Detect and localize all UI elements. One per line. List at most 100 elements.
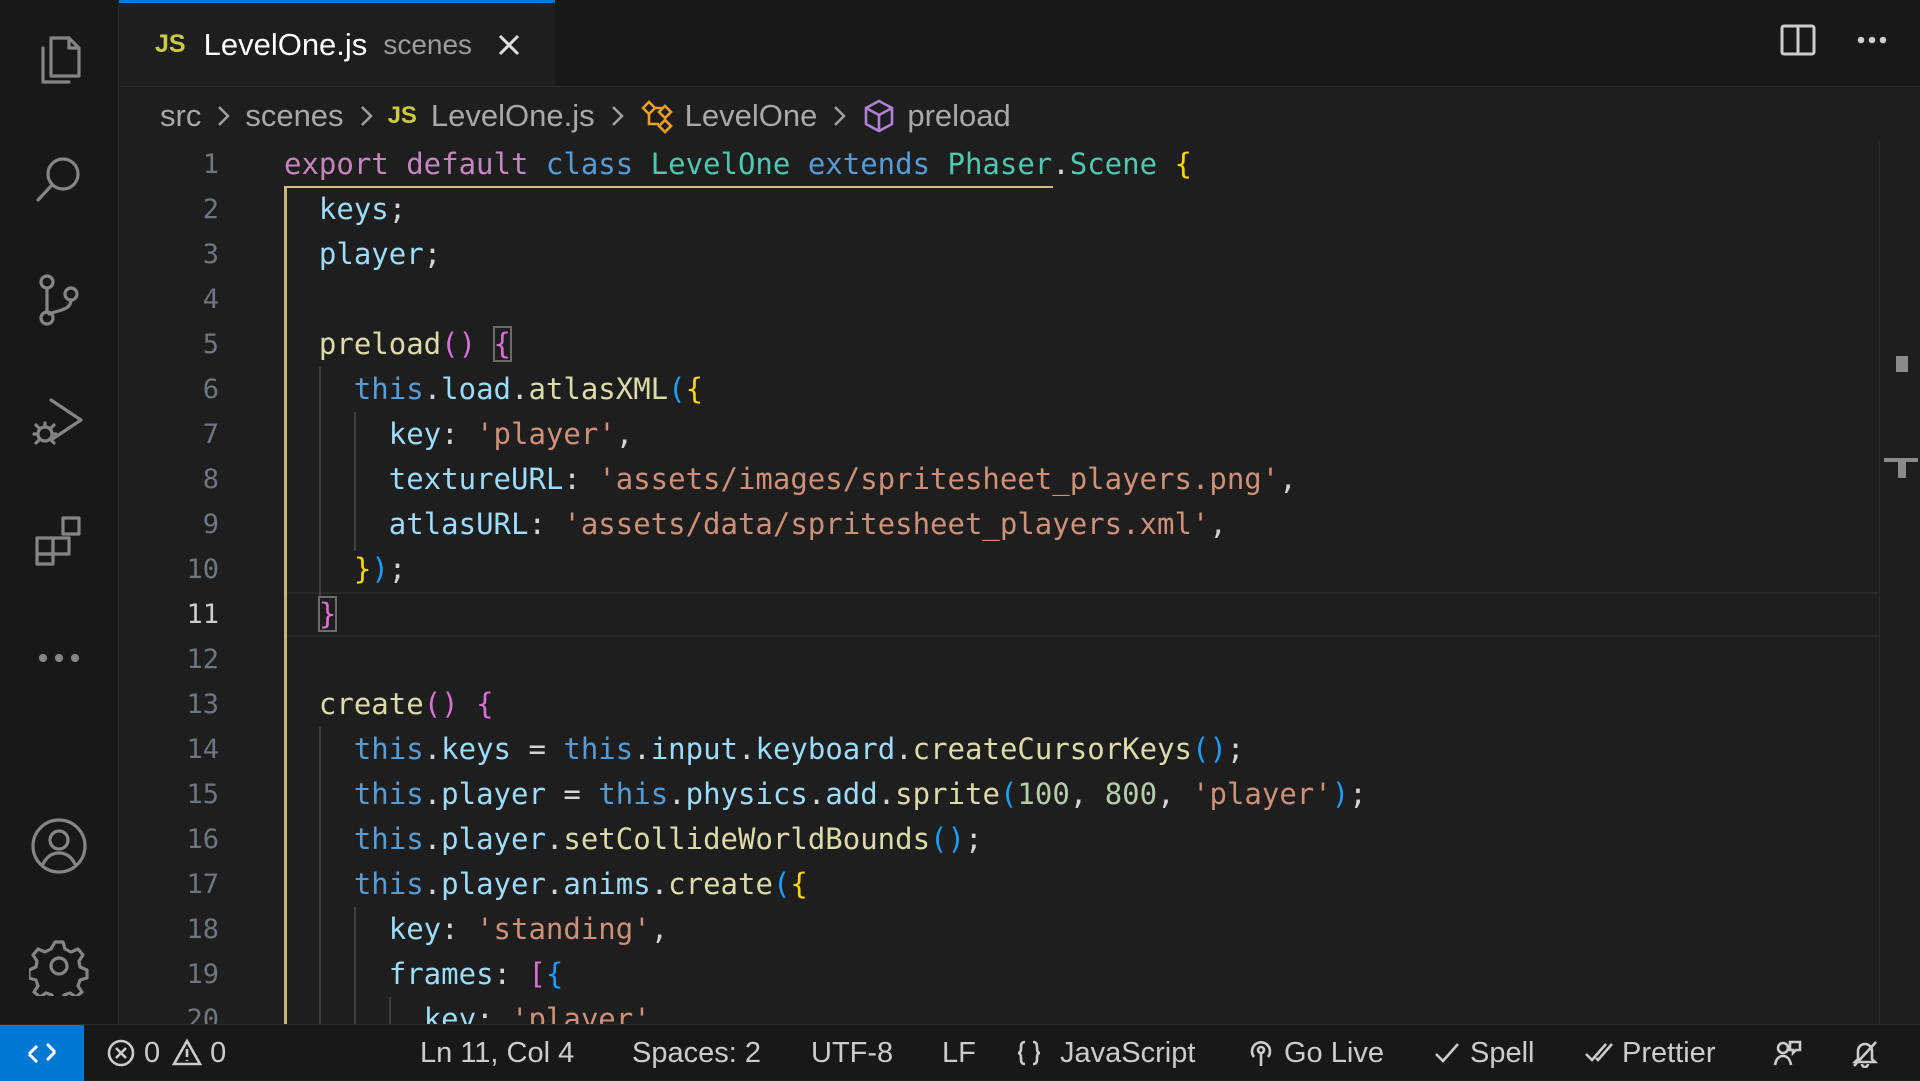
code-line[interactable]: export default class LevelOne extends Ph… bbox=[284, 142, 1192, 187]
code-token: . bbox=[423, 777, 442, 811]
tab-bar: JS LevelOne.js scenes bbox=[119, 0, 1920, 87]
code-token: ; bbox=[388, 552, 407, 586]
code-token: this bbox=[353, 372, 424, 406]
end-of-line[interactable]: LF bbox=[942, 1025, 976, 1081]
cursor-position[interactable]: Ln 11, Col 4 bbox=[420, 1025, 574, 1081]
code-token: . bbox=[423, 732, 442, 766]
tab-close-button[interactable] bbox=[494, 30, 524, 60]
language-mode[interactable]: JavaScript bbox=[1014, 1025, 1195, 1081]
run-debug-button[interactable] bbox=[0, 372, 118, 468]
js-file-icon: JS bbox=[155, 30, 186, 58]
code-token: () bbox=[441, 327, 477, 361]
extensions-button[interactable] bbox=[0, 492, 118, 588]
code-token: create bbox=[668, 867, 773, 901]
code-line[interactable]: player; bbox=[284, 232, 441, 277]
source-control-button[interactable] bbox=[0, 252, 118, 348]
code-token: add bbox=[825, 777, 878, 811]
code-token: . bbox=[668, 777, 686, 811]
code-line[interactable]: }); bbox=[284, 547, 406, 592]
code-line[interactable]: this.player.setCollideWorldBounds(); bbox=[284, 817, 983, 862]
code-line[interactable]: key: 'player', bbox=[284, 412, 633, 457]
prettier-button[interactable]: Prettier bbox=[1584, 1025, 1715, 1081]
search-button[interactable] bbox=[0, 132, 118, 228]
vertical-scrollbar[interactable] bbox=[1879, 142, 1920, 1024]
notifications-button[interactable] bbox=[1850, 1025, 1888, 1081]
chevron-right-icon bbox=[827, 101, 851, 131]
code-line[interactable]: } bbox=[284, 592, 338, 637]
code-token: { bbox=[790, 867, 808, 901]
code-token: : bbox=[493, 957, 529, 991]
code-line[interactable]: this.keys = this.input.keyboard.createCu… bbox=[284, 727, 1245, 772]
line-number: 12 bbox=[186, 644, 219, 675]
feedback-button[interactable] bbox=[1772, 1025, 1810, 1081]
breadcrumb-file[interactable]: LevelOne.js bbox=[431, 98, 595, 134]
class-symbol-icon bbox=[639, 98, 675, 134]
code-token: [ bbox=[528, 957, 546, 991]
code-line[interactable]: this.player = this.physics.add.sprite(10… bbox=[284, 772, 1367, 817]
more-icon bbox=[38, 653, 80, 663]
code-token: 100 bbox=[1017, 777, 1070, 811]
code-token: 'player' bbox=[511, 1002, 651, 1024]
broadcast-icon bbox=[1250, 1041, 1272, 1066]
code-token: physics bbox=[685, 777, 808, 811]
breadcrumb-class[interactable]: LevelOne bbox=[685, 98, 818, 134]
code-token: input bbox=[650, 732, 739, 766]
code-line[interactable]: keys; bbox=[284, 187, 406, 232]
line-number: 11 bbox=[186, 599, 219, 630]
code-token: . bbox=[738, 732, 756, 766]
more-actions-icon[interactable] bbox=[1852, 20, 1892, 60]
tab-folder: scenes bbox=[383, 28, 473, 60]
code-token: anims bbox=[563, 867, 651, 901]
go-live-button[interactable]: Go Live bbox=[1246, 1025, 1384, 1081]
check-icon bbox=[1435, 1043, 1459, 1063]
remote-indicator[interactable] bbox=[0, 1025, 84, 1081]
chevron-right-icon bbox=[354, 101, 378, 131]
code-token: textureURL bbox=[388, 462, 564, 496]
code-line[interactable]: this.load.atlasXML({ bbox=[284, 367, 703, 412]
warning-icon bbox=[172, 1038, 203, 1066]
code-token: key bbox=[388, 417, 442, 451]
code-token: . bbox=[633, 732, 651, 766]
breadcrumb-src[interactable]: src bbox=[160, 98, 201, 134]
indent-guide bbox=[284, 187, 287, 1024]
line-number: 2 bbox=[202, 194, 219, 225]
error-count: 0 bbox=[144, 1036, 161, 1069]
code-editor[interactable]: 1 2 3 4 5 6 7 8 9 10 11 12 13 14 15 16 17 18 19 20 export d… bbox=[119, 142, 1920, 1024]
encoding[interactable]: UTF-8 bbox=[811, 1025, 893, 1081]
code-line[interactable]: create() { bbox=[284, 682, 494, 727]
line-number: 1 bbox=[202, 149, 219, 180]
code-token: load bbox=[441, 372, 511, 406]
editor-tab[interactable]: JS LevelOne.js scenes bbox=[119, 0, 555, 86]
breadcrumb-scenes[interactable]: scenes bbox=[245, 98, 343, 134]
code-token: . bbox=[1052, 147, 1070, 181]
code-token: . bbox=[545, 822, 564, 856]
line-number: 13 bbox=[186, 689, 219, 720]
problems-indicator[interactable]: 0 0 bbox=[106, 1025, 226, 1081]
breadcrumb-method[interactable]: preload bbox=[907, 98, 1010, 134]
method-symbol-icon bbox=[861, 98, 897, 134]
split-editor-icon[interactable] bbox=[1778, 20, 1818, 60]
code-token: . bbox=[877, 777, 896, 811]
explorer-button[interactable] bbox=[0, 12, 118, 108]
code-line[interactable]: textureURL: 'assets/images/spritesheet_p… bbox=[284, 457, 1297, 502]
accounts-button[interactable] bbox=[0, 798, 118, 894]
more-views-button[interactable] bbox=[0, 610, 118, 706]
code-line[interactable]: this.player.anims.create({ bbox=[284, 862, 808, 907]
code-line[interactable]: key: 'player', bbox=[284, 997, 668, 1024]
indentation[interactable]: Spaces: 2 bbox=[632, 1025, 761, 1081]
spell-button[interactable]: Spell bbox=[1432, 1025, 1535, 1081]
line-number: 4 bbox=[202, 284, 219, 315]
manage-button[interactable] bbox=[0, 918, 118, 1014]
code-token: : bbox=[563, 462, 599, 496]
code-line[interactable]: key: 'standing', bbox=[284, 907, 668, 952]
code-line[interactable]: frames: [{ bbox=[284, 952, 564, 997]
code-line[interactable]: atlasURL: 'assets/data/spritesheet_playe… bbox=[284, 502, 1227, 547]
feedback-icon bbox=[1773, 1040, 1802, 1066]
code-token: () bbox=[1192, 732, 1227, 766]
code-token: 800 bbox=[1104, 777, 1158, 811]
code-line[interactable]: preload() { bbox=[284, 322, 513, 367]
